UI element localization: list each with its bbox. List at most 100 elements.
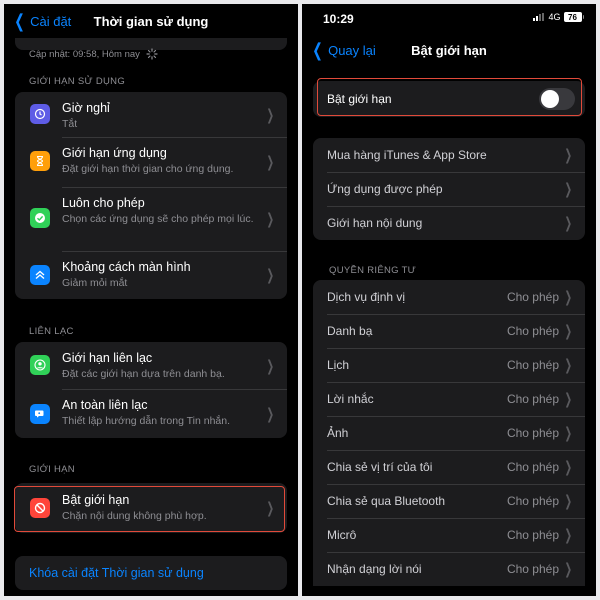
row-value: Cho phép [506,494,559,508]
row-subtitle: Chọn các ứng dụng sẽ cho phép mọi lúc. [62,213,254,225]
chevron-right-icon: ❯ [564,323,573,340]
back-label: Cài đặt [30,13,72,29]
chevron-right-icon: ❯ [266,211,275,228]
chevron-right-icon: ❯ [564,425,573,442]
row-share-my-location[interactable]: Chia sẻ vị trí của tôi Cho phép ❯ [313,450,585,484]
toggle-label: Bật giới hạn [327,92,392,106]
row-title: Giới hạn ứng dụng [62,146,167,160]
row-title: Giờ nghỉ [62,101,110,115]
back-button[interactable]: ❮ Cài đặt [12,12,71,30]
chevron-right-icon: ❯ [266,357,275,375]
row-label: Chia sẻ vị trí của tôi [327,460,433,474]
update-text: Cập nhật: 09:58, Hôm nay [29,48,140,60]
row-value: Cho phép [506,460,559,474]
restrictions-group: Bật giới hạn Chặn nội dung không phù hợp… [15,483,287,533]
section-privacy: QUYỀN RIÊNG TƯ [329,265,417,276]
signal-icon [533,13,545,21]
row-label: Chia sẻ qua Bluetooth [327,494,446,508]
screen-time-panel: ❮ Cài đặt Thời gian sử dụng Cập nhật: 09… [4,4,298,596]
row-subtitle: Thiết lập hướng dẫn trong Tin nhắn. [62,415,231,427]
row-photos[interactable]: Ảnh Cho phép ❯ [313,416,585,450]
row-label: Ứng dụng được phép [327,182,443,196]
row-value: Cho phép [506,528,559,542]
row-label: Nhận dạng lời nói [327,562,422,576]
communication-group: Giới hạn liên lạc Đặt các giới hạn dựa t… [15,342,287,438]
checkmark-icon [30,208,50,228]
row-value: Cho phép [506,392,559,406]
chevron-right-icon: ❯ [564,527,573,544]
row-location-services[interactable]: Dịch vụ định vị Cho phép ❯ [313,280,585,314]
back-label: Quay lại [328,42,376,58]
message-bubble-icon [30,404,50,424]
lock-settings-group: Khóa cài đặt Thời gian sử dụng [15,556,287,590]
privacy-group: Dịch vụ định vị Cho phép ❯ Danh bạ Cho p… [313,280,585,586]
row-value: Cho phép [506,290,559,304]
battery-level: 76 [568,12,577,22]
row-title: Khoảng cách màn hình [62,260,191,274]
row-value: Cho phép [506,324,559,338]
row-value: Cho phép [506,562,559,576]
update-status: Cập nhật: 09:58, Hôm nay [29,48,158,60]
lock-screen-time-settings-link[interactable]: Khóa cài đặt Thời gian sử dụng [29,566,204,580]
row-communication-safety[interactable]: An toàn liên lạc Thiết lập hướng dẫn tro… [15,389,287,438]
row-subtitle: Giảm mỏi mắt [62,277,128,289]
chevron-right-icon: ❯ [564,391,573,408]
chevron-right-icon: ❯ [564,493,573,510]
row-label: Lịch [327,358,350,372]
row-label: Mua hàng iTunes & App Store [327,148,487,162]
row-speech-recognition[interactable]: Nhận dạng lời nói Cho phép ❯ [313,552,585,586]
chevron-right-icon: ❯ [564,357,573,374]
nav-bar: ❮ Cài đặt Thời gian sử dụng [4,6,298,36]
row-restrictions-toggle: Bật giới hạn [313,81,585,117]
restrictions-toggle-switch[interactable] [539,88,575,110]
status-indicators: 4G 76 [533,12,584,22]
chevron-right-icon: ❯ [564,561,573,578]
battery-tip [582,15,584,19]
toggle-group: Bật giới hạn [313,81,585,117]
row-always-allowed[interactable]: Luôn cho phép Chọn các ứng dụng sẽ cho p… [15,187,287,251]
chevron-right-icon: ❯ [564,181,573,198]
nav-bar: ❮ Quay lại Bật giới hạn [302,35,596,65]
row-allowed-apps[interactable]: Ứng dụng được phép ❯ [313,172,585,206]
status-time: 10:29 [323,12,354,26]
section-restrictions: GIỚI HẠN [29,464,75,475]
row-content-privacy-restrictions[interactable]: Bật giới hạn Chặn nội dung không phù hợp… [15,483,287,533]
row-label: Dịch vụ định vị [327,290,406,304]
row-title: Bật giới hạn [62,493,130,507]
chevron-right-icon: ❯ [266,106,275,124]
row-app-limits[interactable]: Giới hạn ứng dụng Đặt giới hạn thời gian… [15,137,287,187]
network-type: 4G [548,12,561,22]
store-content-group: Mua hàng iTunes & App Store ❯ Ứng dụng đ… [313,138,585,240]
row-contacts[interactable]: Danh bạ Cho phép ❯ [313,314,585,348]
row-microphone[interactable]: Micrô Cho phép ❯ [313,518,585,552]
row-subtitle: Tắt [62,118,78,130]
row-itunes-app-store-purchases[interactable]: Mua hàng iTunes & App Store ❯ [313,138,585,172]
row-label: Lời nhắc [327,392,374,406]
hourglass-icon [30,151,50,171]
chevron-right-icon: ❯ [266,267,275,284]
row-bluetooth-sharing[interactable]: Chia sẻ qua Bluetooth Cho phép ❯ [313,484,585,518]
row-label: Micrô [327,528,357,542]
row-title: Giới hạn liên lạc [62,351,153,365]
restrictions-panel: 10:29 4G 76 ❮ Quay lại Bật giới hạn Bật … [302,4,596,596]
row-content-restrictions[interactable]: Giới hạn nội dung ❯ [313,206,585,240]
block-icon [30,498,50,518]
chevron-left-icon: ❮ [312,40,323,60]
row-value: Cho phép [506,358,559,372]
row-screen-distance[interactable]: Khoảng cách màn hình Giảm mỏi mắt ❯ [15,251,287,299]
row-downtime[interactable]: Giờ nghỉ Tắt ❯ [15,92,287,137]
chevron-right-icon: ❯ [564,215,573,232]
row-label: Giới hạn nội dung [327,216,423,230]
chevrons-up-icon [30,265,50,285]
row-reminders[interactable]: Lời nhắc Cho phép ❯ [313,382,585,416]
row-subtitle: Đặt các giới hạn dựa trên danh bạ. [62,368,225,380]
row-calendars[interactable]: Lịch Cho phép ❯ [313,348,585,382]
moon-clock-icon [30,104,50,124]
chevron-right-icon: ❯ [266,500,275,517]
chevron-right-icon: ❯ [266,154,275,171]
row-title: An toàn liên lạc [62,398,148,412]
row-communication-limits[interactable]: Giới hạn liên lạc Đặt các giới hạn dựa t… [15,342,287,389]
back-button[interactable]: ❮ Quay lại [310,41,376,59]
battery-icon: 76 [563,12,582,22]
section-communication: LIÊN LẠC [29,326,74,337]
